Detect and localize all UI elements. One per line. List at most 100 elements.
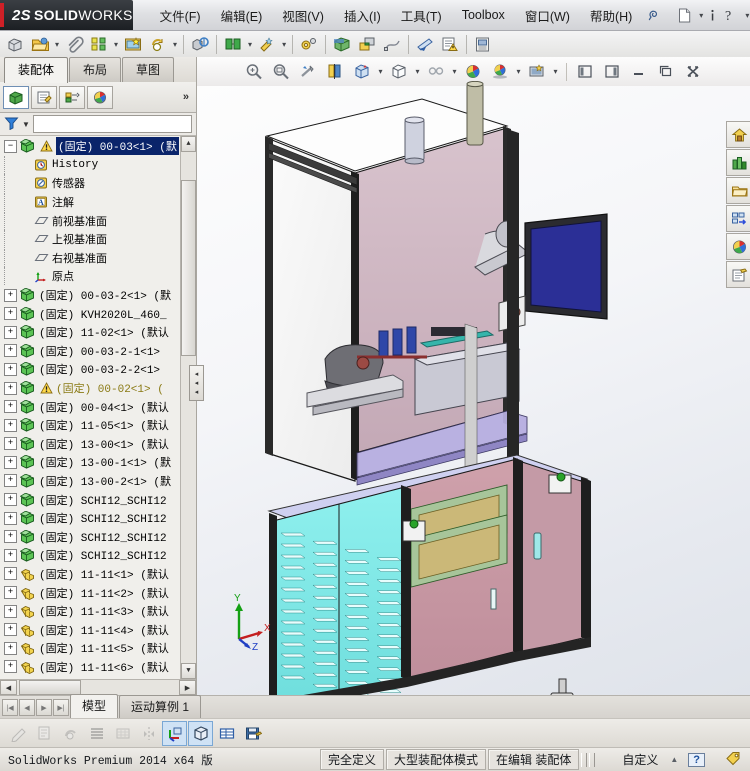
- help-dropdown-caret[interactable]: ▾: [743, 11, 750, 20]
- tree-expand-toggle[interactable]: +: [4, 437, 17, 450]
- tab-nav-prev[interactable]: ◀: [19, 699, 35, 716]
- tree-expand-toggle[interactable]: +: [4, 289, 17, 302]
- tree-expand-toggle[interactable]: +: [4, 456, 17, 469]
- menu-help[interactable]: 帮助(H): [581, 3, 641, 28]
- interference-check-icon[interactable]: [355, 33, 379, 57]
- tree-item[interactable]: +(固定) 11-11<1> (默认: [0, 565, 180, 584]
- tab-nav-last[interactable]: ▶|: [53, 699, 69, 716]
- new-document-icon[interactable]: [673, 5, 695, 25]
- tree-vertical-scrollbar[interactable]: ▲ ▼: [180, 136, 196, 679]
- isometric-box-icon[interactable]: [188, 721, 213, 746]
- menu-edit[interactable]: 编辑(E): [212, 3, 272, 28]
- mate-icon[interactable]: [188, 33, 212, 57]
- tree-expand-toggle[interactable]: +: [4, 307, 17, 320]
- edit-component-icon[interactable]: [58, 721, 83, 746]
- tree-item[interactable]: −(固定) 00-03<1> (默: [0, 137, 180, 156]
- tree-item[interactable]: 原点: [0, 267, 180, 286]
- shaded-grid-icon[interactable]: [110, 721, 135, 746]
- paperclip-icon[interactable]: [62, 33, 86, 57]
- view-settings-caret[interactable]: ▾: [552, 67, 560, 76]
- exploded-view-icon[interactable]: [221, 33, 245, 57]
- tree-item[interactable]: A注解: [0, 193, 180, 212]
- custom-properties-icon[interactable]: [726, 261, 750, 288]
- smart-fasteners-icon[interactable]: [255, 33, 279, 57]
- configuration-manager-tab[interactable]: [59, 86, 85, 109]
- reference-triad-icon[interactable]: [162, 721, 187, 746]
- tab-assembly[interactable]: 装配体: [4, 57, 68, 83]
- filter-funnel-icon[interactable]: [4, 116, 19, 133]
- tree-item[interactable]: 上视基准面: [0, 230, 180, 249]
- tree-item[interactable]: +(固定) 13-00-1<1> (默: [0, 453, 180, 472]
- tree-expand-toggle[interactable]: +: [4, 363, 17, 376]
- info-icon[interactable]: [707, 5, 717, 25]
- tab-motion-study[interactable]: 运动算例 1: [119, 695, 201, 718]
- tab-model[interactable]: 模型: [70, 694, 118, 718]
- help-question-icon[interactable]: ?: [719, 5, 741, 25]
- tree-expand-toggle[interactable]: +: [4, 493, 17, 506]
- file-explorer-icon[interactable]: [726, 177, 750, 204]
- tree-horizontal-scrollbar[interactable]: ◀ ▶: [0, 679, 196, 695]
- tree-expand-toggle[interactable]: +: [4, 382, 17, 395]
- menu-view[interactable]: 视图(V): [273, 3, 333, 28]
- tree-item[interactable]: 传感器: [0, 174, 180, 193]
- tab-nav-first[interactable]: |◀: [2, 699, 18, 716]
- tree-item[interactable]: +(固定) 11-11<2> (默认: [0, 583, 180, 602]
- tree-item[interactable]: History: [0, 156, 180, 175]
- tree-expand-toggle[interactable]: +: [4, 419, 17, 432]
- curve-icon[interactable]: [380, 33, 404, 57]
- tree-item[interactable]: +(固定) 00-03-2<1> (默: [0, 286, 180, 305]
- photo-star-icon[interactable]: [121, 33, 145, 57]
- open-folder-icon[interactable]: [28, 33, 52, 57]
- tree-item[interactable]: +(固定) SCHI12_SCHI12: [0, 527, 180, 546]
- tree-item[interactable]: +(固定) 11-11<5> (默认: [0, 639, 180, 658]
- filter-dropdown-caret[interactable]: ▼: [22, 120, 30, 129]
- new-document-dropdown-caret[interactable]: ▾: [697, 11, 705, 20]
- list-lines-icon[interactable]: [84, 721, 109, 746]
- mirror-icon[interactable]: [136, 721, 161, 746]
- tree-item[interactable]: +(固定) 13-00-2<1> (默: [0, 472, 180, 491]
- scroll-left-button[interactable]: ◀: [0, 680, 17, 695]
- tree-item[interactable]: +(固定) KVH2020L_460_: [0, 304, 180, 323]
- measure-icon[interactable]: [413, 33, 437, 57]
- rotate-dropdown-caret[interactable]: ▾: [171, 40, 179, 49]
- open-dropdown-caret[interactable]: ▾: [53, 40, 61, 49]
- model-canvas[interactable]: Y X Z: [197, 86, 750, 695]
- tree-item[interactable]: +(固定) 00-04<1> (默认: [0, 397, 180, 416]
- property-manager-tab[interactable]: [31, 86, 57, 109]
- tree-expand-toggle[interactable]: +: [4, 512, 17, 525]
- solidworks-resources-icon[interactable]: [726, 121, 750, 148]
- assembly-model-3d[interactable]: [207, 81, 747, 695]
- tree-expand-toggle[interactable]: +: [4, 474, 17, 487]
- view-orientation-caret[interactable]: ▾: [376, 67, 384, 76]
- tab-nav-next[interactable]: ▶: [36, 699, 52, 716]
- gear-wheel-icon[interactable]: [297, 33, 321, 57]
- tree-item[interactable]: +(固定) 11-05<1> (默认: [0, 416, 180, 435]
- hide-show-caret[interactable]: ▾: [450, 67, 458, 76]
- menu-window[interactable]: 窗口(W): [516, 3, 579, 28]
- tree-expand-toggle[interactable]: +: [4, 642, 17, 655]
- tree-item[interactable]: +(固定) 00-03-2-1<1>: [0, 342, 180, 361]
- scroll-down-button[interactable]: ▼: [181, 663, 196, 679]
- tree-item[interactable]: +(固定) 11-11<6> (默认: [0, 658, 180, 677]
- tree-collapse-toggle[interactable]: −: [4, 140, 17, 153]
- menu-file[interactable]: 文件(F): [151, 3, 210, 28]
- panel-expand-chevron[interactable]: »: [183, 91, 193, 103]
- edit-part-icon[interactable]: [32, 721, 57, 746]
- tree-item[interactable]: +(固定) SCHI12_SCHI12: [0, 490, 180, 509]
- tree-item[interactable]: +(固定) 00-02<1> (: [0, 379, 180, 398]
- table-icon[interactable]: [214, 721, 239, 746]
- tree-item[interactable]: +(固定) 13-00<1> (默认: [0, 435, 180, 454]
- apply-scene-caret[interactable]: ▾: [515, 67, 523, 76]
- display-style-caret[interactable]: ▾: [413, 67, 421, 76]
- tree-expand-toggle[interactable]: +: [4, 660, 17, 673]
- tree-item[interactable]: +(固定) SCHI12_SCHI12: [0, 546, 180, 565]
- tree-expand-toggle[interactable]: +: [4, 400, 17, 413]
- tree-expand-toggle[interactable]: +: [4, 586, 17, 599]
- status-caret-icon[interactable]: ▲: [670, 755, 678, 764]
- panel-splitter-grip[interactable]: ◂ ◂ ◂: [189, 365, 204, 401]
- rebuild-icon[interactable]: [3, 33, 27, 57]
- rotate-component-icon[interactable]: [146, 33, 170, 57]
- menu-toolbox[interactable]: Toolbox: [453, 5, 514, 25]
- tree-expand-toggle[interactable]: +: [4, 344, 17, 357]
- tag-icon[interactable]: [725, 751, 750, 769]
